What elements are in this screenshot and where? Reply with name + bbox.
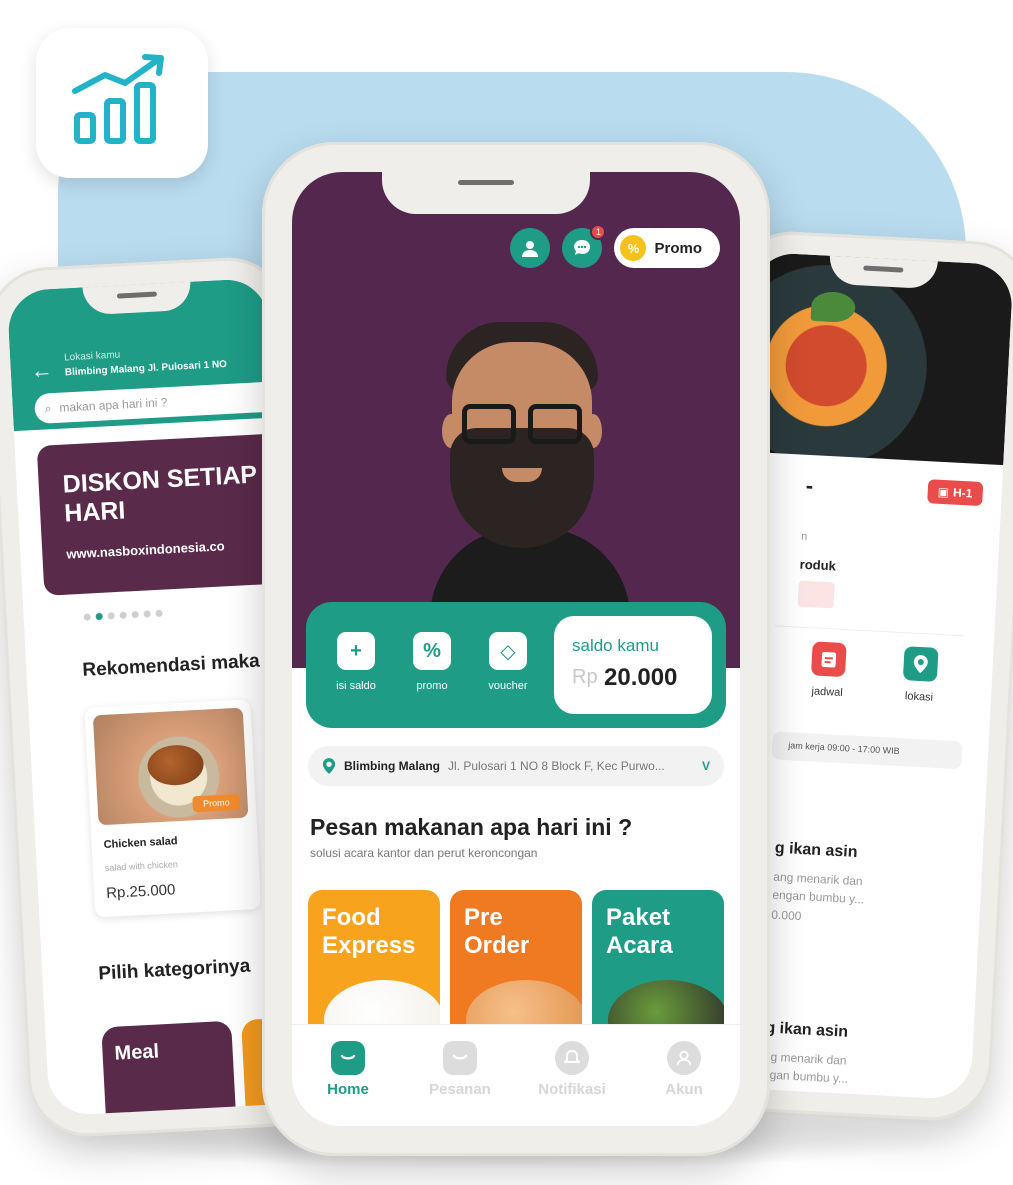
carousel-dot[interactable] — [83, 613, 91, 621]
center-phone-screen: 1 % Promo + isi saldo % promo ◇ voucher … — [292, 172, 740, 1126]
nav-akun-label: Akun — [665, 1081, 703, 1098]
carousel-dot[interactable] — [107, 612, 115, 620]
search-icon: ⌕ — [44, 400, 52, 416]
food-illustration — [146, 743, 205, 787]
jadwal-label: jadwal — [811, 685, 843, 700]
percent-icon: % — [413, 632, 451, 670]
product-title-fragment: - — [805, 472, 814, 499]
lokasi-label: lokasi — [904, 690, 934, 704]
voucher-label: voucher — [488, 680, 528, 692]
carousel-dot[interactable] — [143, 610, 151, 618]
product-card[interactable]: Promo Chicken salad salad with chicken R… — [84, 699, 262, 918]
produk-label: roduk — [799, 556, 837, 574]
location-selector[interactable]: Blimbing Malang Jl. Pulosari 1 NO 8 Bloc… — [308, 746, 724, 786]
category-paket-acara[interactable]: Paket Acara — [592, 890, 724, 1040]
location-pin-icon — [322, 758, 336, 774]
working-hours: jam kerja 09:00 - 17:00 WIB — [771, 731, 963, 770]
jadwal-button[interactable]: jadwal — [797, 641, 860, 700]
carousel-dot[interactable] — [131, 610, 139, 619]
user-icon — [522, 241, 539, 257]
carousel-dot[interactable] — [119, 611, 127, 619]
calendar-icon: ▣ — [937, 484, 950, 500]
location-label: Lokasi kamu — [63, 349, 121, 364]
chat-bubble-icon — [574, 240, 591, 255]
menu-item-title[interactable]: g ikan asin — [765, 1019, 848, 1041]
percent-icon: % — [620, 235, 647, 261]
h-1-badge: ▣ H-1 — [927, 479, 984, 507]
notification-count-badge: 1 — [590, 224, 607, 240]
chevron-down-icon: V — [701, 759, 710, 773]
analytics-app-icon — [36, 28, 208, 178]
category-card-meal[interactable]: Meal — [101, 1020, 238, 1117]
back-arrow-icon[interactable]: ← — [30, 357, 53, 384]
category-title: Paket Acara — [606, 904, 673, 959]
isi-saldo-label: isi saldo — [336, 680, 376, 692]
balance-box[interactable]: saldo kamu Rp 20.000 — [554, 616, 712, 714]
carousel-dot-active[interactable] — [95, 612, 103, 621]
top-actions: 1 % Promo — [510, 224, 720, 268]
phone-notch — [382, 172, 590, 214]
menu-item-title[interactable]: g ikan asin — [774, 840, 857, 862]
category-heading: Pilih kategorinya — [97, 955, 251, 985]
location-pin-icon — [902, 646, 939, 682]
search-placeholder: makan apa hari ini ? — [59, 395, 168, 415]
carousel-dot[interactable] — [155, 609, 163, 618]
nav-akun[interactable]: Akun — [639, 1041, 729, 1126]
bell-icon — [555, 1041, 589, 1075]
home-bag-icon — [331, 1041, 365, 1075]
product-price: Rp.25.000 — [105, 881, 176, 902]
location-address: Jl. Pulosari 1 NO 8 Block F, Kec Purwo..… — [448, 759, 665, 773]
divider — [774, 625, 965, 637]
category-title: Food Express — [322, 904, 416, 959]
schedule-icon — [810, 641, 847, 678]
category-pre-order[interactable]: Pre Order — [450, 890, 582, 1040]
location-city: Blimbing Malang — [344, 759, 440, 773]
isi-saldo-button[interactable]: + isi saldo — [326, 632, 386, 692]
promo-action-label: promo — [416, 680, 448, 692]
nav-home[interactable]: Home — [303, 1041, 393, 1126]
nav-pesanan-label: Pesanan — [429, 1081, 491, 1098]
wallet-card: + isi saldo % promo ◇ voucher saldo kamu… — [306, 602, 726, 728]
balance-amount: 20.000 — [604, 664, 678, 691]
promo-action-button[interactable]: % promo — [402, 632, 462, 692]
category-label: Meal — [114, 1040, 160, 1065]
product-description: salad with chicken — [104, 859, 179, 874]
hero-section: 1 % Promo — [292, 172, 740, 668]
nav-notifikasi-label: Notifikasi — [538, 1081, 606, 1098]
bar-chart-growth-icon — [72, 54, 164, 144]
voucher-button[interactable]: ◇ voucher — [478, 632, 538, 692]
menu-item-price: 0.000 — [771, 907, 802, 924]
chat-button[interactable]: 1 — [562, 224, 607, 268]
promo-button[interactable]: % Promo — [614, 228, 720, 268]
banner-url: www.nasboxindonesia.co — [66, 538, 226, 562]
product-image: Promo — [92, 707, 249, 826]
balance-label: saldo kamu — [572, 636, 659, 655]
plus-icon: + — [337, 632, 375, 670]
recommendation-heading: Rekomendasi maka — [81, 650, 261, 681]
order-bag-icon — [443, 1041, 477, 1075]
nav-home-label: Home — [327, 1081, 369, 1098]
nav-pesanan[interactable]: Pesanan — [415, 1041, 505, 1126]
center-phone: 1 % Promo + isi saldo % promo ◇ voucher … — [262, 142, 770, 1156]
category-title: Pre Order — [464, 904, 530, 959]
balance-currency: Rp — [572, 666, 598, 688]
small-text: n — [800, 530, 808, 543]
product-name: Chicken salad — [103, 835, 178, 852]
bottom-navigation: Home Pesanan Notifikasi Akun — [292, 1024, 740, 1126]
search-input[interactable]: ⌕ makan apa hari ini ? — [33, 380, 296, 425]
badge-label: H-1 — [952, 485, 973, 501]
lokasi-button[interactable]: lokasi — [889, 646, 952, 705]
category-food-express[interactable]: Food Express — [308, 890, 440, 1040]
promo-badge: Promo — [192, 793, 241, 813]
nav-notifikasi[interactable]: Notifikasi — [527, 1041, 617, 1126]
banner-title: DISKON SETIAP HARI — [62, 460, 258, 528]
tag-chip — [797, 580, 835, 609]
promo-label: Promo — [654, 239, 702, 257]
section-subheading: solusi acara kantor dan perut keronconga… — [310, 846, 538, 860]
voucher-tag-icon: ◇ — [489, 632, 527, 670]
carousel-dots[interactable] — [83, 609, 163, 621]
profile-button[interactable] — [510, 228, 551, 268]
section-heading: Pesan makanan apa hari ini ? — [310, 814, 633, 840]
user-icon — [667, 1041, 701, 1075]
